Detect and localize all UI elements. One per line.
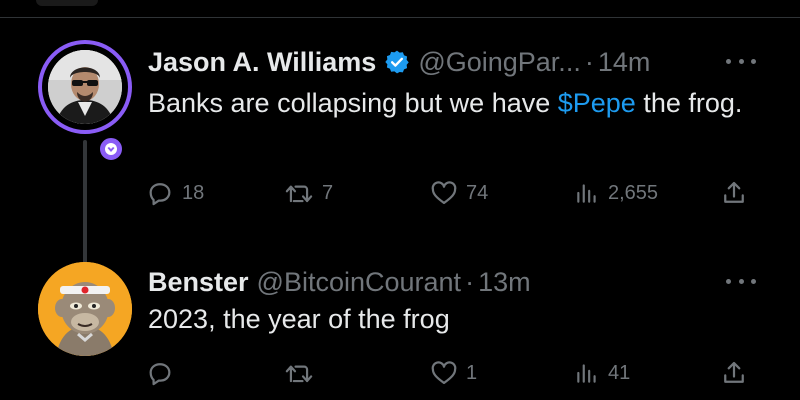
author-handle[interactable]: @BitcoinCourant	[257, 267, 462, 298]
views-button[interactable]: 2,655	[574, 176, 658, 210]
tweet-actions: 1 41	[146, 356, 766, 390]
verified-badge-icon	[384, 49, 410, 75]
share-button[interactable]	[720, 176, 748, 210]
tweet-header: Jason A. Williams @GoingPar... · 14m	[148, 44, 650, 80]
separator-dot: ·	[584, 46, 594, 77]
person-photo-avatar	[48, 50, 122, 124]
cashtag-link[interactable]: $Pepe	[558, 88, 636, 118]
like-button[interactable]: 74	[430, 176, 488, 210]
avatar[interactable]	[38, 40, 132, 134]
retweet-count: 7	[322, 181, 334, 204]
author-name[interactable]: Jason A. Williams	[148, 47, 376, 78]
tweet-text: 2023, the year of the frog	[148, 304, 450, 334]
reply-icon	[149, 183, 171, 206]
more-options-icon[interactable]	[726, 272, 756, 290]
tweet-text-part: Banks are collapsing but we have	[148, 88, 558, 118]
tweet-text-part: the frog.	[635, 88, 743, 118]
views-button[interactable]: 41	[574, 356, 630, 390]
retweet-icon	[285, 185, 313, 203]
analytics-icon	[577, 184, 596, 203]
timestamp[interactable]: 13m	[478, 267, 531, 298]
reply-icon	[149, 363, 171, 386]
tweet-text: Banks are collapsing but we have $Pepe t…	[148, 84, 768, 122]
like-count: 1	[466, 361, 478, 384]
reply-button[interactable]	[146, 356, 182, 390]
reply-button[interactable]: 18	[146, 176, 204, 210]
tweet[interactable]: Benster @BitcoinCourant · 13m 2023, the …	[0, 250, 800, 400]
subscriber-badge-icon	[96, 134, 126, 164]
views-count: 2,655	[608, 181, 659, 204]
timestamp[interactable]: 14m	[598, 47, 651, 78]
share-icon	[724, 181, 744, 203]
retweet-button[interactable]	[284, 356, 322, 390]
author-name[interactable]: Benster	[148, 267, 249, 298]
author-handle[interactable]: @GoingPar...	[418, 47, 581, 78]
retweet-button[interactable]: 7	[284, 176, 333, 210]
more-options-icon[interactable]	[726, 52, 756, 70]
tweet[interactable]: Jason A. Williams @GoingPar... · 14m Ban…	[0, 30, 800, 272]
previous-avatar-fragment	[36, 0, 98, 6]
like-count: 74	[466, 181, 489, 204]
tweet-header: Benster @BitcoinCourant · 13m	[148, 264, 531, 300]
views-count: 41	[608, 361, 631, 384]
heart-icon	[431, 361, 457, 385]
like-button[interactable]: 1	[430, 356, 477, 390]
heart-icon	[431, 181, 457, 205]
separator-dot: ·	[465, 266, 475, 297]
analytics-icon	[577, 364, 596, 383]
retweet-icon	[285, 365, 313, 383]
share-icon	[724, 361, 744, 383]
tweet-actions: 18 7 74 2,655	[146, 176, 766, 210]
top-divider	[0, 17, 800, 18]
reply-count: 18	[182, 181, 205, 204]
ape-nft-avatar[interactable]	[38, 262, 132, 356]
share-button[interactable]	[720, 356, 748, 390]
